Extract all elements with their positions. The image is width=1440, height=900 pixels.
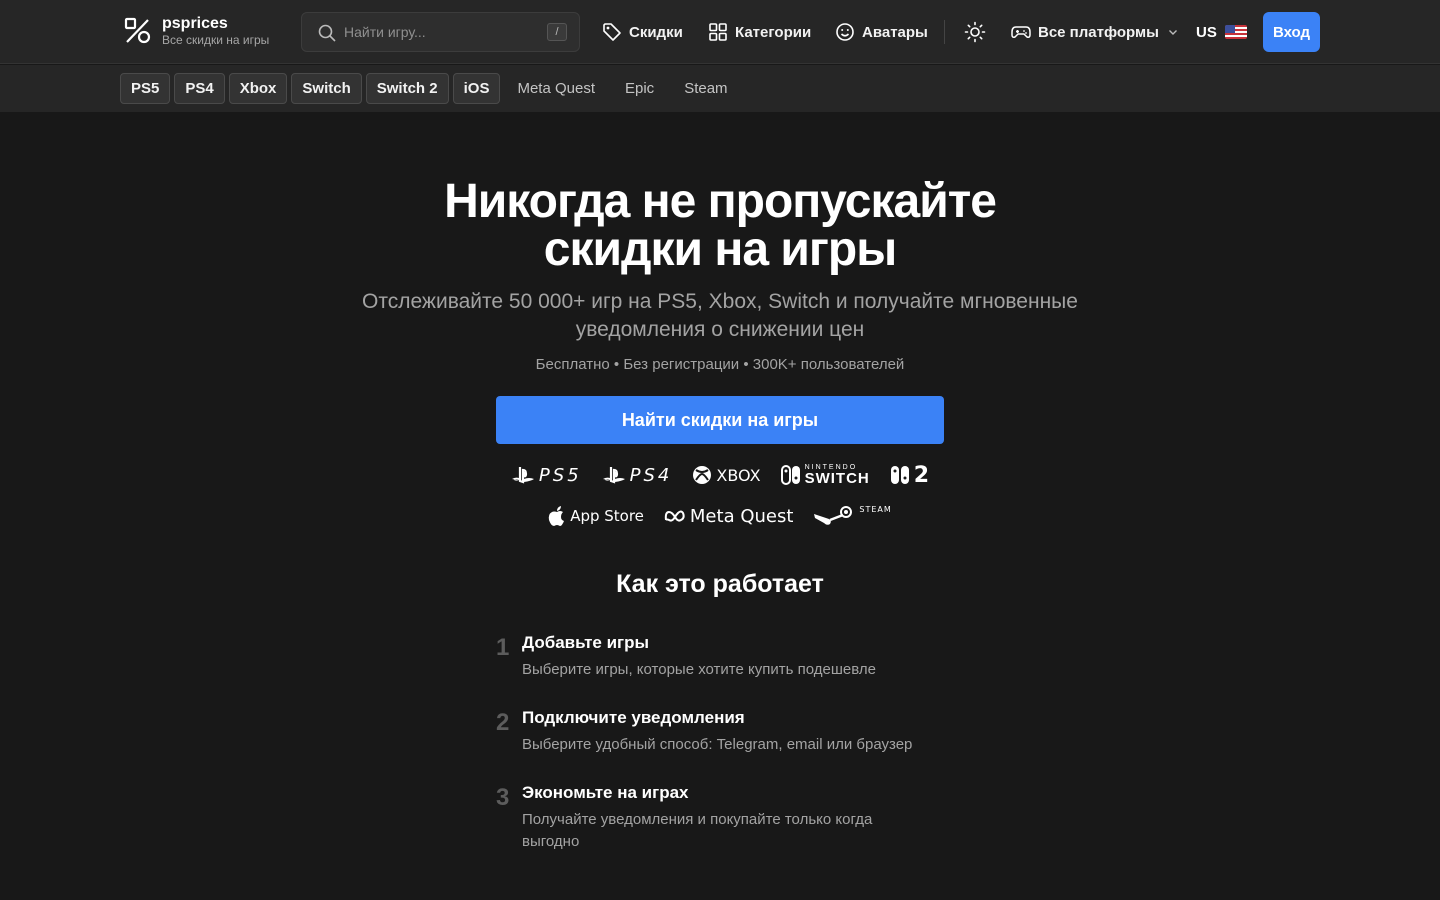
hero-title-line-2: скидки на игры: [543, 223, 897, 276]
step-description: Получайте уведомления и покупайте только…: [522, 811, 873, 850]
step-number: 1: [496, 634, 510, 661]
percent-logo-icon: [124, 17, 151, 44]
step-title: Подключите уведомления: [522, 708, 745, 727]
link-steam[interactable]: Steam: [671, 73, 740, 104]
switch-joycon-icon: [890, 466, 909, 484]
step-number: 2: [496, 709, 510, 736]
top-header: psprices Все скидки на игры / Скидки Кат…: [0, 0, 1440, 64]
nav-deals-label: Скидки: [629, 23, 683, 41]
hero-title: Никогда не пропускайте скидки на игры: [0, 178, 1440, 274]
find-deals-button[interactable]: Найти скидки на игры: [496, 396, 944, 444]
chip-ps4[interactable]: PS4: [174, 73, 225, 104]
login-button[interactable]: Вход: [1263, 12, 1320, 52]
apple-icon: [548, 505, 565, 526]
ps5-logo: PS5: [511, 465, 582, 486]
playstation-icon: [511, 467, 534, 484]
chip-switch[interactable]: Switch: [291, 73, 362, 104]
nav-deals[interactable]: Скидки: [602, 20, 683, 44]
hero-subtitle: Отслеживайте 50 000+ игр на PS5, Xbox, S…: [320, 288, 1120, 344]
region-selector[interactable]: US: [1196, 20, 1247, 44]
switch-logo-big-text: SWITCH: [804, 470, 870, 487]
chip-ios[interactable]: iOS: [452, 73, 501, 104]
step-title: Экономьте на играх: [522, 783, 689, 802]
nav-categories-label: Категории: [735, 23, 812, 41]
step-title: Добавьте игры: [522, 633, 650, 652]
step-item: 1 Добавьте игры Выберите игры, которые х…: [496, 633, 876, 681]
meta-quest-logo-text: Meta Quest: [689, 505, 794, 527]
chevron-down-icon: [1168, 30, 1177, 35]
search-box[interactable]: /: [301, 12, 580, 52]
link-meta-quest[interactable]: Meta Quest: [504, 73, 608, 104]
gamepad-icon: [1011, 26, 1031, 38]
switch-2-logo-text: 2: [913, 462, 930, 488]
step-description: Выберите игры, которые хотите купить под…: [522, 661, 876, 678]
search-input[interactable]: [344, 13, 534, 51]
how-it-works-title: Как это работает: [616, 570, 824, 598]
steam-logo-text: STEAM: [859, 504, 892, 514]
platform-logos-row-1: PS5 PS4 XBOX NINTENDO SWITCH 2: [0, 462, 1440, 488]
meta-quest-logo: Meta Quest: [664, 505, 794, 527]
link-epic[interactable]: Epic: [612, 73, 667, 104]
ps4-logo: PS4: [602, 465, 673, 486]
steam-icon: [814, 506, 853, 525]
platform-logos-row-2: App Store Meta Quest STEAM: [0, 502, 1440, 530]
brand-name: psprices: [162, 15, 228, 32]
chip-xbox[interactable]: Xbox: [228, 73, 288, 104]
hero-meta: Бесплатно • Без регистрации • 300K+ поль…: [535, 356, 905, 373]
nintendo-switch-logo: NINTENDO SWITCH: [780, 464, 870, 487]
ps4-logo-text: PS4: [629, 464, 673, 486]
step-description: Выберите удобный способ: Telegram, email…: [522, 736, 913, 753]
steam-logo: STEAM: [813, 505, 891, 527]
app-store-logo-text: App Store: [570, 507, 644, 525]
brand-tagline: Все скидки на игры: [162, 33, 270, 47]
meta-infinity-icon: [664, 510, 685, 522]
site-logo[interactable]: psprices Все скидки на игры: [124, 15, 269, 47]
grid-icon: [709, 23, 727, 41]
nav-avatars[interactable]: Аватары: [835, 20, 928, 44]
search-shortcut-key: /: [547, 23, 567, 41]
step-number: 3: [496, 784, 510, 811]
xbox-icon: [693, 466, 712, 484]
header-divider: [944, 20, 945, 44]
xbox-logo-text: XBOX: [716, 465, 761, 485]
step-item: 3 Экономьте на играх Получайте уведомлен…: [496, 783, 902, 853]
platform-select[interactable]: Все платформы: [1011, 20, 1178, 44]
smile-icon: [836, 23, 854, 41]
chip-ps5[interactable]: PS5: [120, 73, 171, 104]
nav-categories[interactable]: Категории: [708, 20, 811, 44]
us-flag-icon: [1224, 25, 1247, 39]
switch-2-logo: 2: [890, 463, 929, 488]
hero-subtitle-line-2: уведомления о снижении цен: [575, 318, 865, 341]
sun-icon[interactable]: [964, 21, 986, 43]
app-store-logo: App Store: [548, 505, 644, 527]
step-item: 2 Подключите уведомления Выберите удобны…: [496, 708, 912, 756]
hero-subtitle-line-1: Отслеживайте 50 000+ игр на PS5, Xbox, S…: [362, 290, 1078, 313]
region-code: US: [1196, 23, 1217, 41]
hero-title-line-1: Никогда не пропускайте: [444, 175, 997, 228]
ps5-logo-text: PS5: [538, 464, 582, 486]
chip-switch-2[interactable]: Switch 2: [365, 73, 449, 104]
switch-joycon-icon: [780, 465, 800, 485]
nav-avatars-label: Аватары: [862, 23, 928, 41]
tag-icon: [603, 23, 621, 41]
xbox-logo: XBOX: [692, 465, 761, 485]
search-icon: [318, 24, 336, 42]
platform-select-label: Все платформы: [1038, 23, 1159, 41]
platform-filter-row: PS5 PS4 Xbox Switch Switch 2 iOS Meta Qu…: [120, 73, 741, 104]
playstation-icon: [602, 467, 625, 484]
platform-subnav: PS5 PS4 Xbox Switch Switch 2 iOS Meta Qu…: [0, 65, 1440, 112]
